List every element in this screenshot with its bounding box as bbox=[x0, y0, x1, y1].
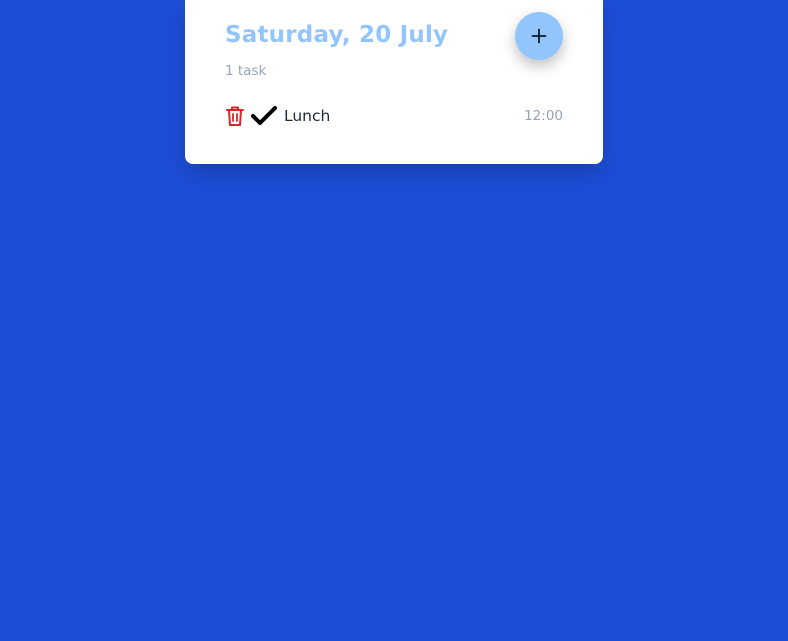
day-card: Saturday, 20 July 1 task Lunch 12:00 bbox=[185, 0, 603, 164]
day-title: Saturday, 20 July bbox=[225, 22, 449, 48]
task-title: Lunch bbox=[284, 107, 331, 125]
task-row: Lunch 12:00 bbox=[225, 104, 563, 128]
task-count: 1 task bbox=[225, 63, 267, 79]
check-icon[interactable] bbox=[251, 105, 277, 127]
day-header: Saturday, 20 July 1 task bbox=[225, 20, 563, 80]
trash-icon[interactable] bbox=[225, 105, 245, 127]
add-task-button[interactable] bbox=[515, 12, 563, 60]
task-time: 12:00 bbox=[524, 108, 563, 124]
plus-icon bbox=[531, 28, 547, 44]
